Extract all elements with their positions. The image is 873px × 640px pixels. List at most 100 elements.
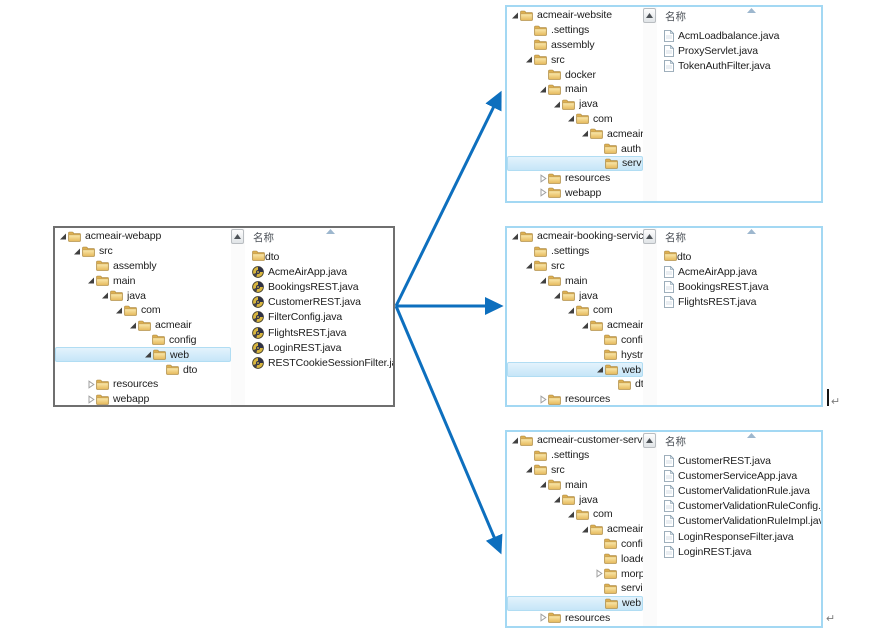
- expand-toggle-icon[interactable]: [566, 306, 576, 315]
- file-item-customervalidationruleconfig-java[interactable]: CustomerValidationRuleConfig.java: [657, 499, 821, 514]
- tree-item-src[interactable]: src: [55, 244, 231, 259]
- expand-toggle-icon[interactable]: [552, 100, 562, 109]
- file-item-filterconfig-java[interactable]: FilterConfig.java: [245, 310, 393, 325]
- scroll-up-button[interactable]: [643, 8, 656, 23]
- tree-item-com[interactable]: com: [507, 303, 643, 318]
- column-header-name[interactable]: 名称: [657, 9, 821, 25]
- file-item-dto[interactable]: dto: [245, 249, 393, 264]
- tree-item-settings[interactable]: .settings: [507, 23, 643, 38]
- tree-item-src[interactable]: src: [507, 52, 643, 67]
- tree-item-acmeair[interactable]: acmeair: [507, 318, 643, 333]
- expand-toggle-icon[interactable]: [580, 525, 590, 534]
- tree-item-loader[interactable]: loader: [507, 551, 643, 566]
- expand-toggle-icon[interactable]: [58, 232, 68, 241]
- tree-scrollbar[interactable]: [643, 228, 657, 405]
- expand-toggle-icon[interactable]: [143, 350, 153, 359]
- file-item-acmeairapp-java[interactable]: AcmeAirApp.java: [657, 264, 821, 279]
- tree-item-settings[interactable]: .settings: [507, 448, 643, 463]
- scroll-up-button[interactable]: [643, 229, 656, 244]
- file-item-customerrest-java[interactable]: CustomerREST.java: [245, 295, 393, 310]
- expand-toggle-icon[interactable]: [538, 85, 548, 94]
- tree-item-resources[interactable]: resources: [507, 171, 643, 186]
- tree-item-web[interactable]: web: [55, 347, 231, 362]
- expand-toggle-icon[interactable]: [538, 276, 548, 285]
- expand-toggle-icon[interactable]: [524, 261, 534, 270]
- expand-toggle-icon[interactable]: [128, 321, 138, 330]
- file-item-dto[interactable]: dto: [657, 249, 821, 264]
- tree-item-auth[interactable]: auth: [507, 141, 643, 156]
- file-item-flightsrest-java[interactable]: FlightsREST.java: [657, 295, 821, 310]
- tree-item-java[interactable]: java: [507, 288, 643, 303]
- collapse-toggle-icon[interactable]: [538, 395, 548, 404]
- tree-item-com[interactable]: com: [55, 303, 231, 318]
- tree-scrollbar[interactable]: [643, 432, 657, 626]
- tree-item-resources[interactable]: resources: [507, 611, 643, 626]
- tree-item-com[interactable]: com: [507, 507, 643, 522]
- tree-scrollbar[interactable]: [231, 228, 245, 405]
- expand-toggle-icon[interactable]: [524, 55, 534, 64]
- tree-item-src[interactable]: src: [507, 259, 643, 274]
- tree-item-main[interactable]: main: [507, 273, 643, 288]
- expand-toggle-icon[interactable]: [552, 495, 562, 504]
- expand-toggle-icon[interactable]: [566, 114, 576, 123]
- file-item-customervalidationrule-java[interactable]: CustomerValidationRule.java: [657, 483, 821, 498]
- expand-toggle-icon[interactable]: [580, 129, 590, 138]
- tree-item-resources[interactable]: resources: [507, 392, 643, 405]
- file-item-restcookiesessionfilter-java[interactable]: RESTCookieSessionFilter.java: [245, 355, 393, 370]
- file-item-bookingsrest-java[interactable]: BookingsREST.java: [657, 279, 821, 294]
- collapse-toggle-icon[interactable]: [86, 395, 96, 404]
- tree-item-assembly[interactable]: assembly: [55, 259, 231, 274]
- tree-item-docker[interactable]: docker: [507, 67, 643, 82]
- tree-item-com[interactable]: com: [507, 112, 643, 127]
- file-item-loginresponsefilter-java[interactable]: LoginResponseFilter.java: [657, 529, 821, 544]
- file-item-customerserviceapp-java[interactable]: CustomerServiceApp.java: [657, 468, 821, 483]
- collapse-toggle-icon[interactable]: [594, 569, 604, 578]
- tree-item-web[interactable]: web: [507, 362, 643, 377]
- expand-toggle-icon[interactable]: [524, 465, 534, 474]
- tree-item-acmeair-webapp[interactable]: acmeair-webapp: [55, 229, 231, 244]
- tree-item-service[interactable]: service: [507, 581, 643, 596]
- tree-item-webapp[interactable]: webapp: [507, 186, 643, 201]
- file-item-bookingsrest-java[interactable]: BookingsREST.java: [245, 279, 393, 294]
- tree-item-acmeair-website[interactable]: acmeair-website: [507, 8, 643, 23]
- tree-item-java[interactable]: java: [507, 492, 643, 507]
- tree-item-dto[interactable]: dto: [507, 377, 643, 392]
- expand-toggle-icon[interactable]: [595, 365, 605, 374]
- expand-toggle-icon[interactable]: [510, 232, 520, 241]
- tree-scrollbar[interactable]: [643, 7, 657, 201]
- scroll-up-button[interactable]: [231, 229, 244, 244]
- file-item-acmeairapp-java[interactable]: AcmeAirApp.java: [245, 264, 393, 279]
- expand-toggle-icon[interactable]: [510, 11, 520, 20]
- tree-item-src[interactable]: src: [507, 463, 643, 478]
- tree-item-service[interactable]: service: [507, 156, 643, 171]
- scroll-up-button[interactable]: [643, 433, 656, 448]
- tree-item-web[interactable]: web: [507, 596, 643, 611]
- tree-item-dto[interactable]: dto: [55, 362, 231, 377]
- tree-item-morphia[interactable]: morphia: [507, 566, 643, 581]
- file-item-flightsrest-java[interactable]: FlightsREST.java: [245, 325, 393, 340]
- expand-toggle-icon[interactable]: [72, 247, 82, 256]
- collapse-toggle-icon[interactable]: [86, 380, 96, 389]
- tree-item-webapp[interactable]: webapp: [55, 392, 231, 405]
- expand-toggle-icon[interactable]: [100, 291, 110, 300]
- tree-item-acmeair[interactable]: acmeair: [507, 522, 643, 537]
- tree-item-settings[interactable]: .settings: [507, 244, 643, 259]
- collapse-toggle-icon[interactable]: [538, 174, 548, 183]
- tree-item-main[interactable]: main: [507, 82, 643, 97]
- file-item-acmloadbalance-java[interactable]: AcmLoadbalance.java: [657, 28, 821, 43]
- tree-item-java[interactable]: java: [55, 288, 231, 303]
- tree-item-acmeair[interactable]: acmeair: [55, 318, 231, 333]
- file-item-customerrest-java[interactable]: CustomerREST.java: [657, 453, 821, 468]
- file-item-proxyservlet-java[interactable]: ProxyServlet.java: [657, 43, 821, 58]
- tree-item-acmeair[interactable]: acmeair: [507, 126, 643, 141]
- expand-toggle-icon[interactable]: [510, 436, 520, 445]
- tree-item-acmeair-customer-service[interactable]: acmeair-customer-service: [507, 433, 643, 448]
- tree-item-resources[interactable]: resources: [55, 377, 231, 392]
- expand-toggle-icon[interactable]: [538, 480, 548, 489]
- expand-toggle-icon[interactable]: [552, 291, 562, 300]
- collapse-toggle-icon[interactable]: [538, 613, 548, 622]
- column-header-name[interactable]: 名称: [245, 230, 393, 246]
- tree-item-config[interactable]: config: [55, 333, 231, 348]
- column-header-name[interactable]: 名称: [657, 230, 821, 246]
- tree-item-java[interactable]: java: [507, 97, 643, 112]
